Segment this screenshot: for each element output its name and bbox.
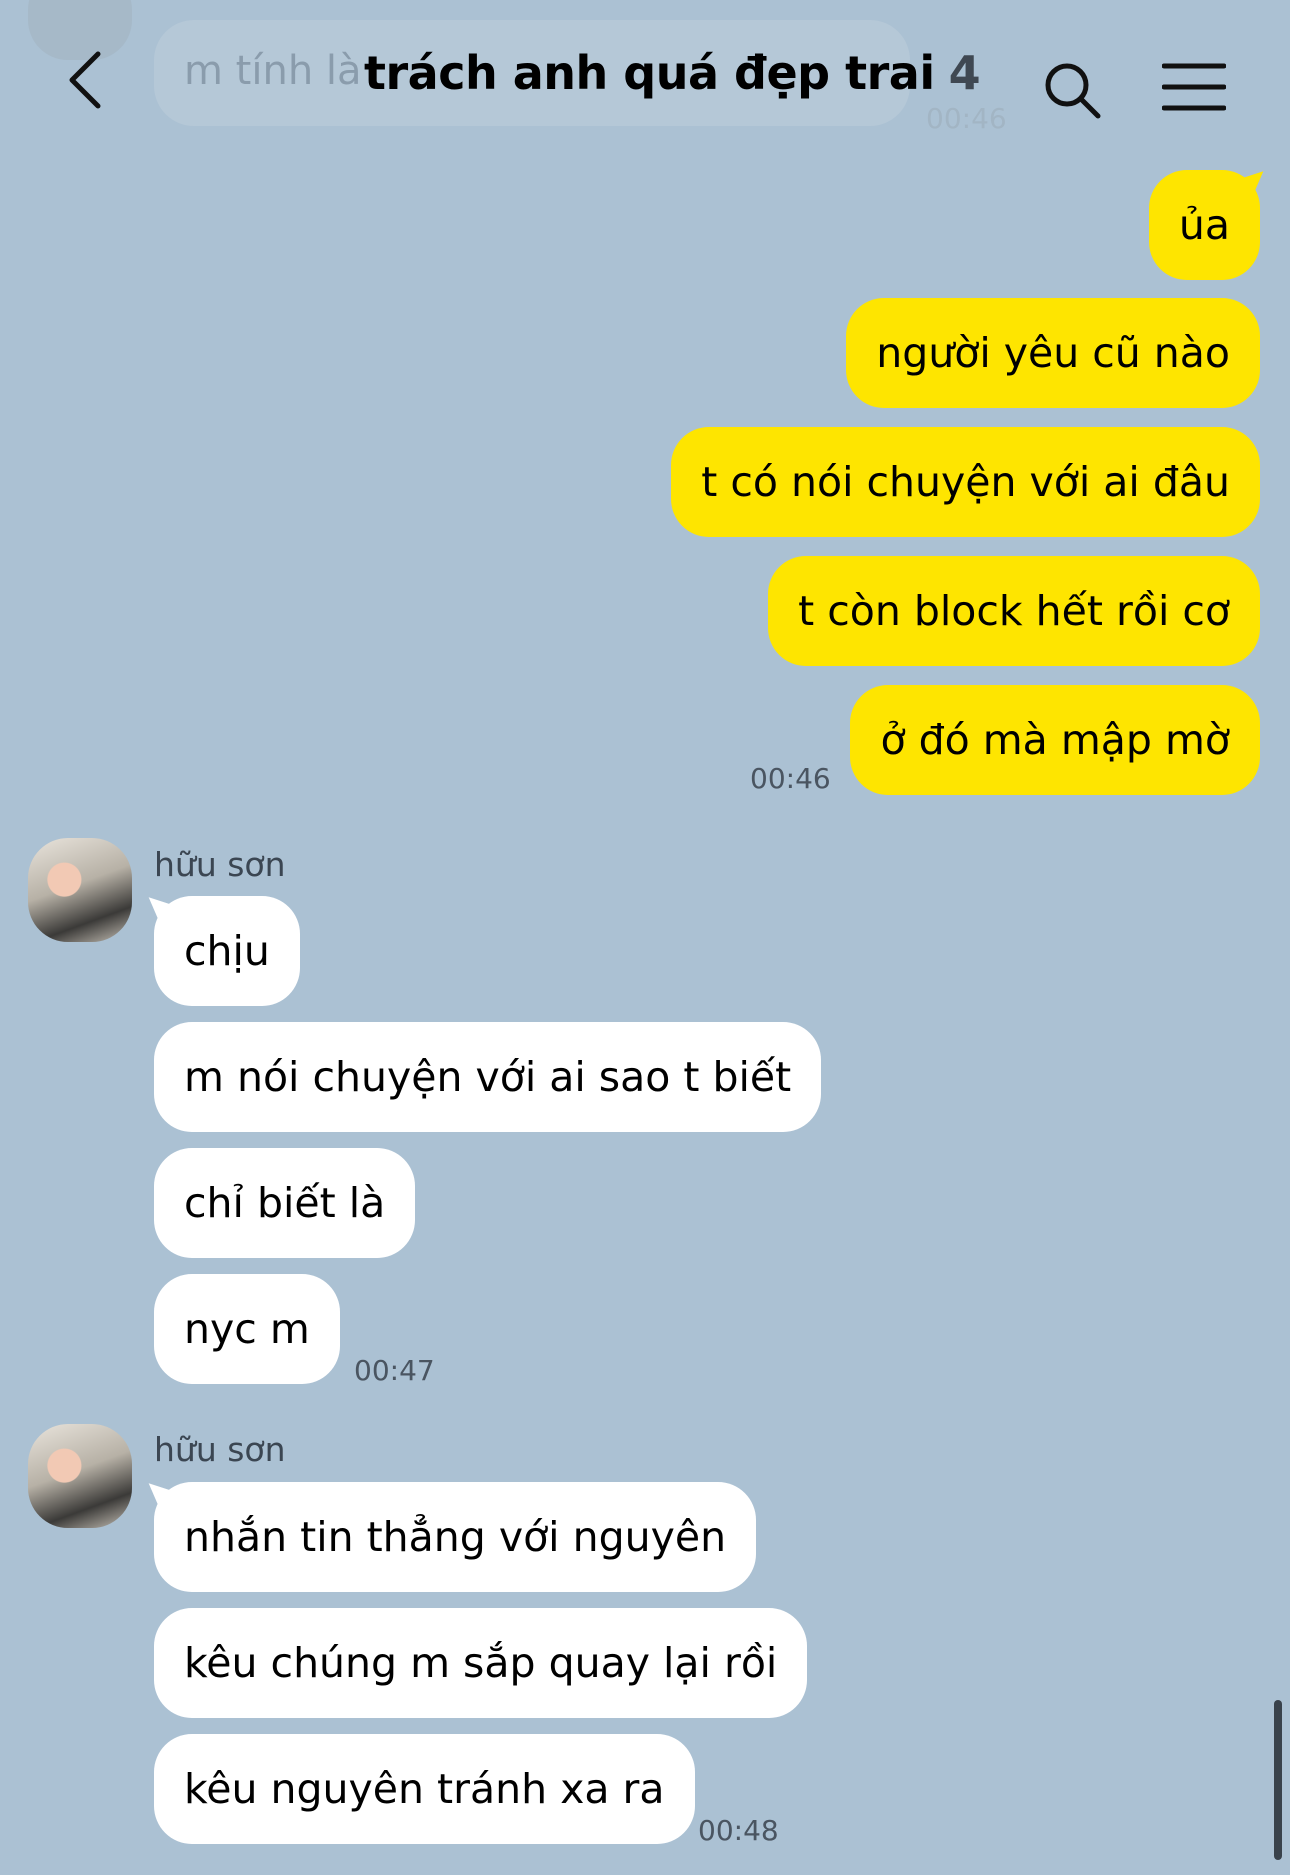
hamburger-menu-icon [1161, 63, 1227, 111]
incoming-message[interactable]: nhắn tin thẳng với nguyên [154, 1482, 757, 1592]
chevron-left-icon [69, 51, 101, 109]
incoming-message-time: 00:47 [354, 1354, 435, 1387]
outgoing-message[interactable]: người yêu cũ nào [846, 298, 1260, 408]
outgoing-message[interactable]: ủa [1148, 170, 1260, 280]
incoming-message[interactable]: kêu chúng m sắp quay lại rồi [154, 1608, 808, 1718]
outgoing-message-time: 00:46 [750, 762, 831, 795]
menu-button[interactable] [1161, 60, 1227, 114]
incoming-message[interactable]: chỉ biết là [154, 1148, 416, 1258]
avatar[interactable] [28, 838, 132, 942]
sender-name: hữu sơn [154, 845, 286, 884]
scrollbar[interactable] [1274, 1700, 1282, 1860]
member-count: 4 [948, 46, 981, 100]
chat-header: trách anh quá đẹp trai 4 [0, 0, 1290, 160]
outgoing-message[interactable]: t còn block hết rồi cơ [768, 556, 1260, 666]
outgoing-message[interactable]: t có nói chuyện với ai đâu [671, 427, 1260, 537]
incoming-message[interactable]: kêu nguyên tránh xa ra [154, 1734, 695, 1844]
chat-title-text: trách anh quá đẹp trai [364, 46, 935, 100]
incoming-message[interactable]: m nói chuyện với ai sao t biết [154, 1022, 822, 1132]
sender-name: hữu sơn [154, 1430, 286, 1469]
chat-title: trách anh quá đẹp trai 4 [364, 46, 981, 100]
incoming-message[interactable]: nyc m [154, 1274, 340, 1384]
avatar[interactable] [28, 1424, 132, 1528]
back-button[interactable] [60, 40, 120, 120]
incoming-message-time: 00:48 [698, 1814, 779, 1847]
search-icon [1045, 63, 1101, 119]
search-button[interactable] [1040, 58, 1104, 122]
outgoing-message[interactable]: ở đó mà mập mờ [850, 685, 1260, 795]
incoming-message[interactable]: chịu [154, 896, 300, 1006]
